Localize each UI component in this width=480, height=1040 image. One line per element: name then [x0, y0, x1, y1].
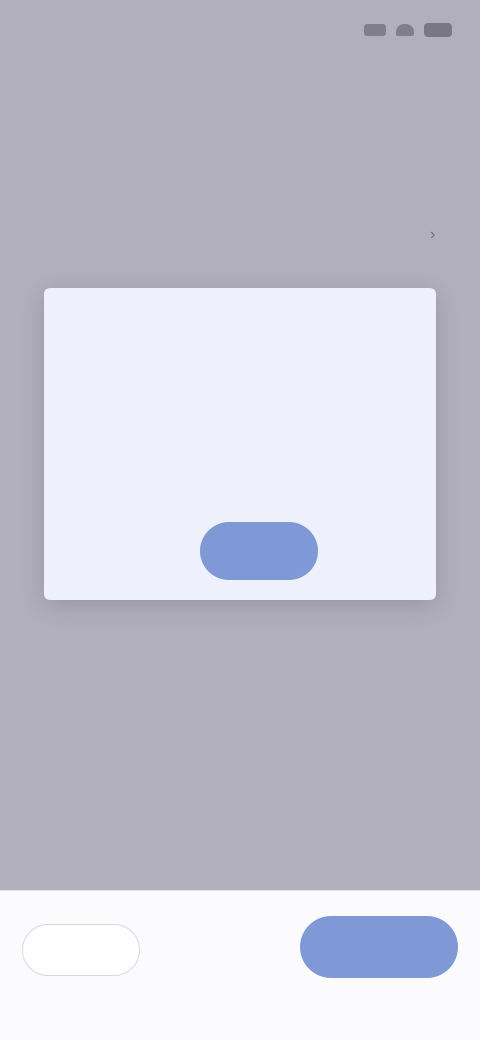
- dialog-cancel-button[interactable]: [162, 543, 174, 559]
- dialog-confirm-button[interactable]: [200, 522, 318, 580]
- dialog-actions: [44, 522, 436, 580]
- bottom-secondary-button[interactable]: [22, 924, 140, 976]
- bottom-primary-button[interactable]: [300, 916, 458, 978]
- dialog: [44, 288, 436, 600]
